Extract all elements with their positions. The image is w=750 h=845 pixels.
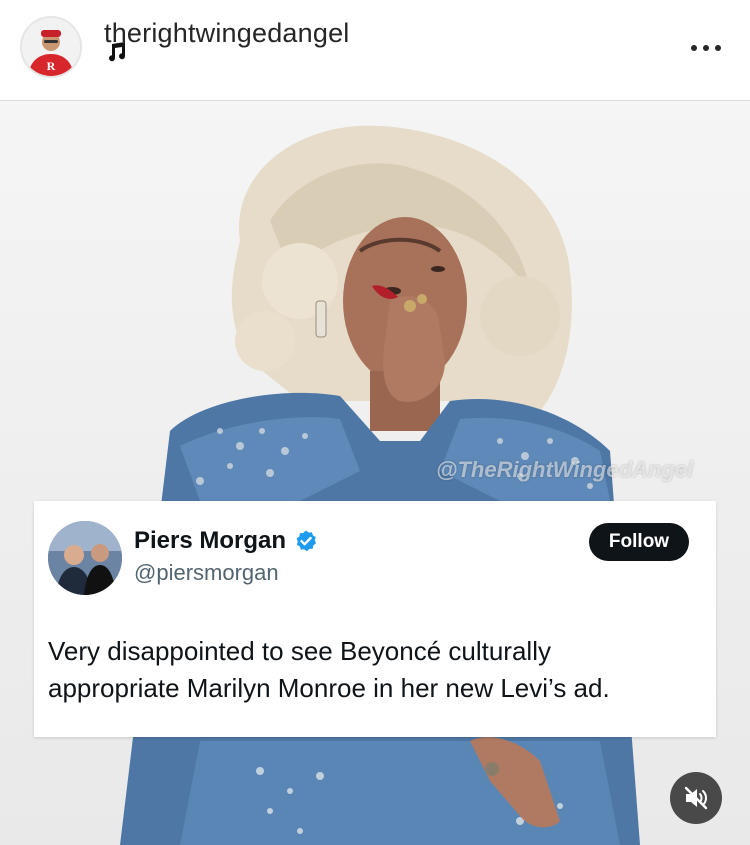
post-media[interactable]: @TheRightWingedAngel Piers Morgan @piers…: [0, 101, 750, 845]
tweet-text: Very disappointed to see Beyoncé cultura…: [48, 636, 610, 703]
music-note-icon[interactable]: [104, 40, 128, 64]
tweet-author-name[interactable]: Piers Morgan: [134, 527, 286, 555]
watermark: @TheRightWingedAngel: [436, 457, 694, 482]
follow-button[interactable]: Follow: [589, 523, 689, 561]
post-header: R therightwingedangel: [0, 0, 750, 101]
tweet-card: Piers Morgan @piersmorgan Follow Very di…: [34, 501, 716, 737]
muted-speaker-icon: [684, 786, 708, 810]
mute-toggle-button[interactable]: [670, 772, 722, 824]
username[interactable]: therightwingedangel: [104, 18, 349, 49]
verified-badge-icon: [296, 530, 316, 552]
tweet-avatar[interactable]: [48, 521, 122, 595]
profile-avatar[interactable]: R: [20, 16, 82, 78]
more-options-icon[interactable]: [686, 36, 726, 60]
svg-text:R: R: [47, 59, 56, 73]
tweet-author-handle[interactable]: @piersmorgan: [134, 560, 279, 586]
